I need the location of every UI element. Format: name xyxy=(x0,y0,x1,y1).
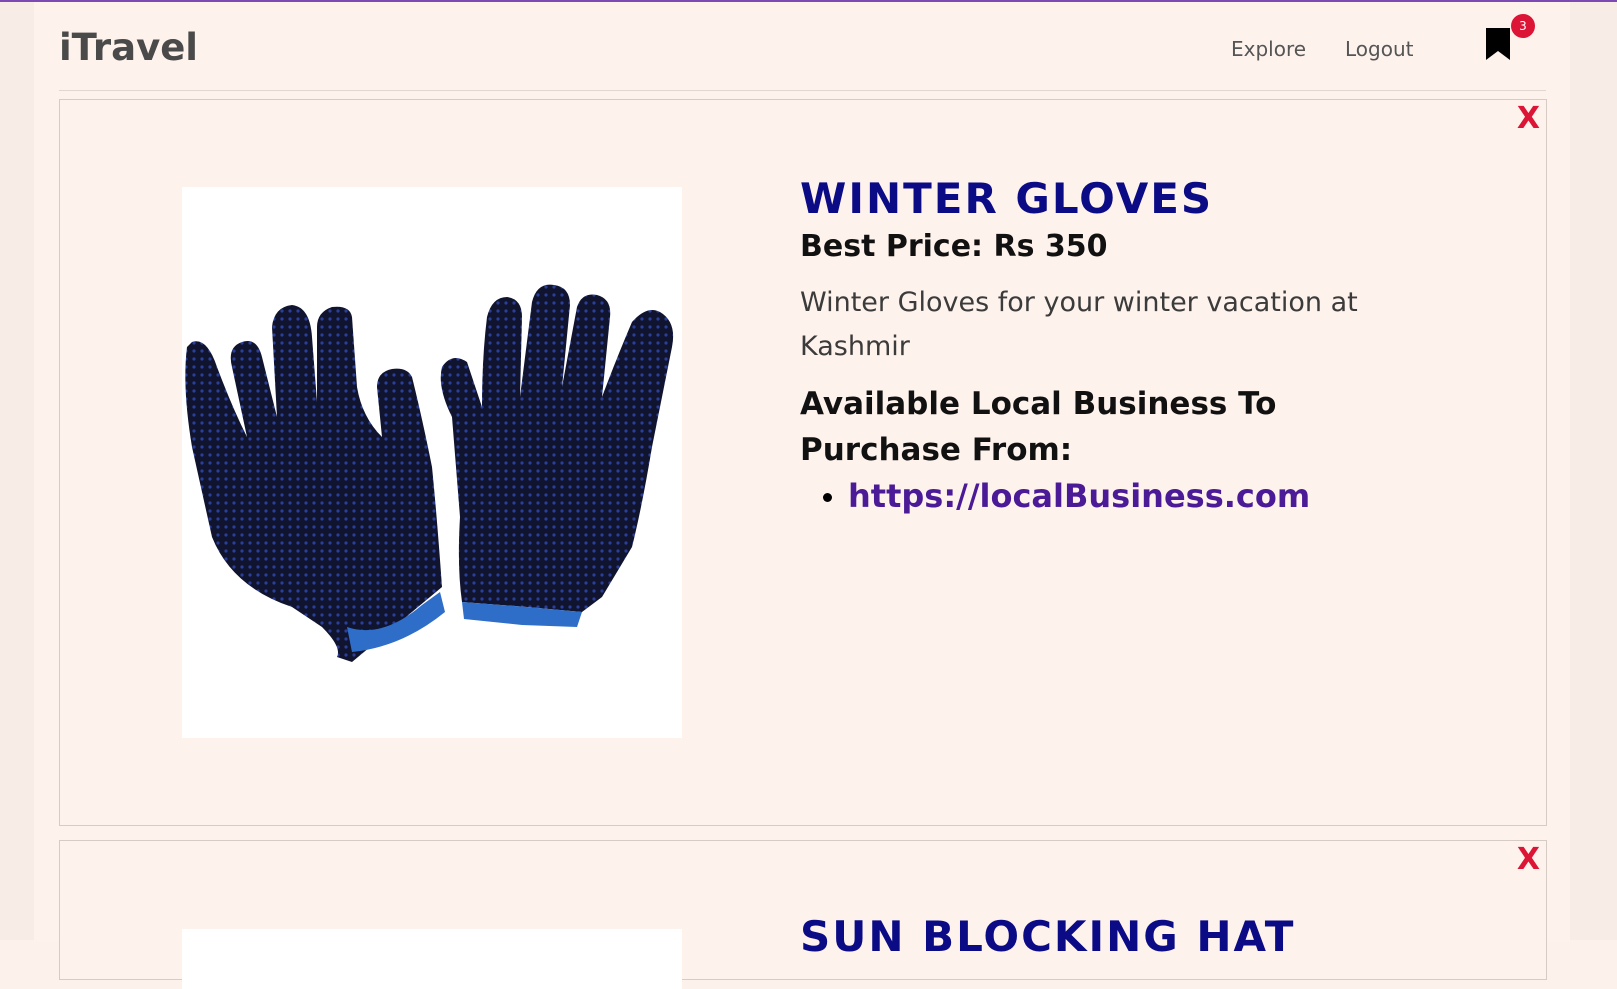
product-info: WINTER GLOVES Best Price: Rs 350 Winter … xyxy=(800,175,1440,519)
gloves-image xyxy=(182,187,682,738)
nav-logout-link[interactable]: Logout xyxy=(1345,37,1413,61)
product-title: WINTER GLOVES xyxy=(800,174,1214,223)
close-button[interactable]: X xyxy=(1517,104,1540,134)
navbar: iTravel Explore Logout 3 xyxy=(59,4,1546,91)
product-title: SUN BLOCKING HAT xyxy=(800,912,1296,961)
main-container: iTravel Explore Logout 3 X WINTER GLOVES… xyxy=(34,2,1570,989)
right-glove-shape xyxy=(440,284,674,627)
bookmark-count-badge: 3 xyxy=(1511,14,1535,38)
brand-logo[interactable]: iTravel xyxy=(59,26,198,69)
business-link-item: https://localBusiness.com xyxy=(848,475,1440,519)
nav-explore-link[interactable]: Explore xyxy=(1231,37,1306,61)
left-glove-shape xyxy=(185,305,445,662)
product-image xyxy=(182,929,682,989)
business-link[interactable]: https://localBusiness.com xyxy=(848,477,1310,515)
product-card: X WINTER GLOVES Best Price: Rs 350 Winte… xyxy=(59,99,1547,826)
product-card: X SUN BLOCKING HAT xyxy=(59,840,1547,989)
business-links-list: https://localBusiness.com xyxy=(800,475,1440,519)
bookmark-icon[interactable] xyxy=(1483,24,1513,64)
product-description: Winter Gloves for your winter vacation a… xyxy=(800,287,1358,362)
close-button[interactable]: X xyxy=(1517,845,1540,875)
page-frame: iTravel Explore Logout 3 X WINTER GLOVES… xyxy=(0,0,1617,989)
available-heading: Available Local Business To Purchase Fro… xyxy=(800,386,1277,468)
product-price: Best Price: Rs 350 xyxy=(800,229,1108,264)
